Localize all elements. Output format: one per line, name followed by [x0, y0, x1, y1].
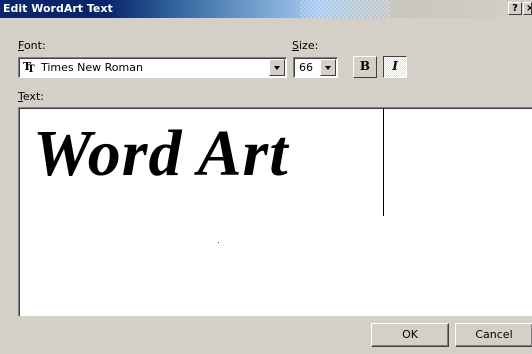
size-select[interactable]: 66 — [293, 57, 338, 78]
text-area-speck — [218, 242, 219, 243]
text-label: Text: — [18, 90, 44, 103]
font-select[interactable]: TT Times New Roman — [18, 57, 287, 78]
ok-button[interactable]: OK — [371, 323, 449, 347]
text-caret — [383, 108, 384, 216]
font-label: Font: — [18, 39, 46, 52]
cancel-button[interactable]: Cancel — [455, 323, 532, 347]
close-button[interactable]: × — [523, 2, 532, 15]
font-dropdown-button[interactable] — [269, 59, 285, 76]
truetype-font-icon: TT — [23, 60, 35, 76]
title-bar[interactable]: Edit WordArt Text ? × — [0, 0, 532, 18]
italic-button[interactable]: I — [383, 56, 407, 78]
wordart-text-value: Word Art — [33, 117, 289, 190]
bold-button[interactable]: B — [353, 56, 377, 78]
size-select-value: 66 — [299, 61, 313, 74]
font-select-value: Times New Roman — [41, 61, 143, 74]
help-button[interactable]: ? — [508, 2, 522, 15]
size-dropdown-button[interactable] — [320, 59, 336, 76]
wordart-text-input[interactable]: Word Art — [18, 107, 532, 316]
size-label: Size: — [292, 39, 319, 52]
chevron-down-icon — [274, 66, 280, 70]
window-title: Edit WordArt Text — [3, 2, 113, 15]
title-bar-dither — [300, 0, 390, 18]
chevron-down-icon — [325, 66, 331, 70]
